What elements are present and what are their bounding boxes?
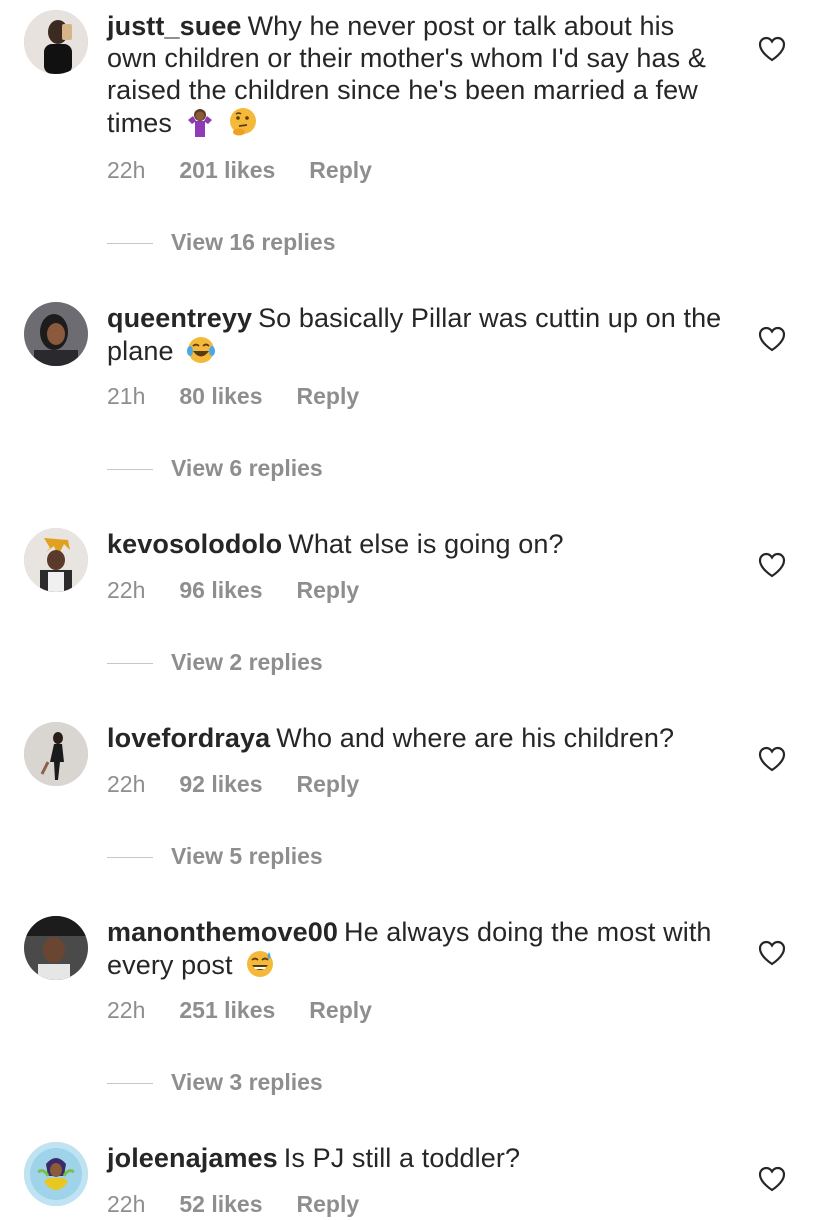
avatar[interactable] — [24, 1142, 88, 1206]
comment-body: What else is going on? — [288, 529, 564, 559]
comment-meta: 22h 92 likes Reply — [107, 770, 359, 798]
replies-divider-line — [107, 243, 153, 245]
comment-likes[interactable]: 92 likes — [179, 770, 262, 798]
comment-body: Who and where are his children? — [276, 723, 675, 753]
comment-meta: 22h 201 likes Reply — [107, 156, 372, 184]
view-replies-button[interactable]: View 3 replies — [107, 1068, 323, 1096]
reply-button[interactable]: Reply — [297, 1190, 360, 1218]
heart-outline-icon[interactable] — [758, 552, 786, 578]
comment-timestamp: 22h — [107, 997, 146, 1023]
person-shrugging-emoji-icon — [184, 106, 216, 138]
grinning-face-with-sweat-emoji-icon — [244, 948, 276, 980]
avatar[interactable] — [24, 916, 88, 980]
view-replies-button[interactable]: View 5 replies — [107, 842, 323, 870]
comment-timestamp: 22h — [107, 577, 146, 603]
comment-username[interactable]: lovefordraya — [107, 723, 270, 753]
comment-item: queentreyy So basically Pillar was cuttin… — [0, 290, 828, 490]
view-replies-button[interactable]: View 6 replies — [107, 454, 323, 482]
comment-likes[interactable]: 80 likes — [179, 382, 262, 410]
comment-likes[interactable]: 96 likes — [179, 576, 262, 604]
comment-text: manonthemove00 He always doing the most w… — [107, 916, 727, 981]
reply-button[interactable]: Reply — [309, 156, 372, 184]
comment-timestamp: 22h — [107, 1191, 146, 1217]
view-replies-label: View 2 replies — [171, 649, 323, 675]
reply-button[interactable]: Reply — [297, 382, 360, 410]
comment-username[interactable]: queentreyy — [107, 303, 252, 333]
comment-text: lovefordraya Who and where are his childr… — [107, 722, 727, 754]
comment-item: joleenajames Is PJ still a toddler? 22h 52… — [0, 1130, 828, 1220]
comment-meta: 22h 52 likes Reply — [107, 1190, 359, 1218]
replies-divider-line — [107, 469, 153, 471]
heart-outline-icon[interactable] — [758, 940, 786, 966]
avatar[interactable] — [24, 722, 88, 786]
comment-username[interactable]: justt_suee — [107, 11, 242, 41]
comment-text: kevosolodolo What else is going on? — [107, 528, 727, 560]
comment-timestamp: 22h — [107, 771, 146, 797]
view-replies-label: View 6 replies — [171, 455, 323, 481]
view-replies-label: View 16 replies — [171, 229, 336, 255]
replies-divider-line — [107, 857, 153, 859]
heart-outline-icon[interactable] — [758, 326, 786, 352]
comment-username[interactable]: joleenajames — [107, 1143, 278, 1173]
comment-meta: 22h 251 likes Reply — [107, 996, 372, 1024]
comment-text: joleenajames Is PJ still a toddler? — [107, 1142, 727, 1174]
reply-button[interactable]: Reply — [309, 996, 372, 1024]
avatar[interactable] — [24, 302, 88, 366]
comment-likes[interactable]: 251 likes — [179, 996, 275, 1024]
comment-meta: 22h 96 likes Reply — [107, 576, 359, 604]
comment-likes[interactable]: 52 likes — [179, 1190, 262, 1218]
comment-item: manonthemove00 He always doing the most w… — [0, 904, 828, 1104]
comment-username[interactable]: manonthemove00 — [107, 917, 338, 947]
avatar[interactable] — [24, 10, 88, 74]
comment-meta: 21h 80 likes Reply — [107, 382, 359, 410]
comment-text: justt_suee Why he never post or talk abou… — [107, 10, 727, 139]
comment-likes[interactable]: 201 likes — [179, 156, 275, 184]
comment-timestamp: 22h — [107, 157, 146, 183]
comment-item: kevosolodolo What else is going on? 22h 96… — [0, 516, 828, 686]
view-replies-label: View 5 replies — [171, 843, 323, 869]
reply-button[interactable]: Reply — [297, 576, 360, 604]
comment-item: justt_suee Why he never post or talk abou… — [0, 0, 828, 270]
view-replies-button[interactable]: View 16 replies — [107, 228, 336, 256]
comment-username[interactable]: kevosolodolo — [107, 529, 282, 559]
view-replies-button[interactable]: View 2 replies — [107, 648, 323, 676]
comment-body: Is PJ still a toddler? — [283, 1143, 521, 1173]
comment-text: queentreyy So basically Pillar was cuttin… — [107, 302, 727, 367]
comment-item: lovefordraya Who and where are his childr… — [0, 710, 828, 880]
view-replies-label: View 3 replies — [171, 1069, 323, 1095]
heart-outline-icon[interactable] — [758, 36, 786, 62]
heart-outline-icon[interactable] — [758, 746, 786, 772]
reply-button[interactable]: Reply — [297, 770, 360, 798]
replies-divider-line — [107, 663, 153, 665]
avatar[interactable] — [24, 528, 88, 592]
thinking-face-emoji-icon — [227, 106, 259, 138]
comment-timestamp: 21h — [107, 383, 146, 409]
replies-divider-line — [107, 1083, 153, 1085]
heart-outline-icon[interactable] — [758, 1166, 786, 1192]
face-with-tears-of-joy-emoji-icon — [185, 334, 217, 366]
